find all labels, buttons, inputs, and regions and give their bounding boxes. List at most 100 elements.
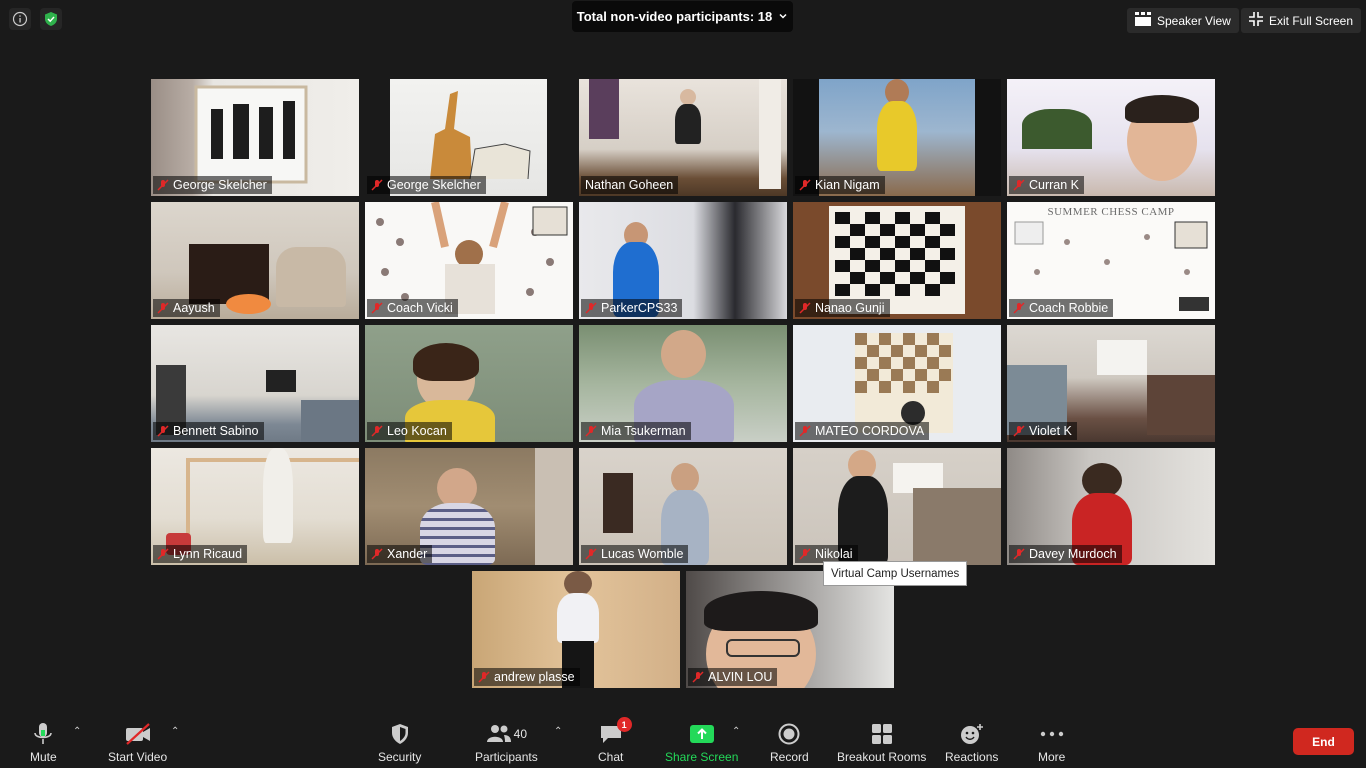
muted-mic-icon bbox=[1013, 548, 1025, 560]
reactions-label: Reactions bbox=[945, 750, 999, 764]
video-tile[interactable]: Xander bbox=[365, 448, 573, 565]
participants-count: 40 bbox=[513, 727, 528, 741]
participant-name-label: Lucas Womble bbox=[581, 545, 689, 563]
video-tile[interactable]: Nikolai bbox=[793, 448, 1001, 565]
muted-mic-icon bbox=[1013, 425, 1025, 437]
participant-name: Lucas Womble bbox=[601, 547, 684, 561]
participant-name: Xander bbox=[387, 547, 428, 561]
video-tile[interactable]: Kian Nigam bbox=[793, 79, 1001, 196]
video-tile[interactable]: Leo Kocan bbox=[365, 325, 573, 442]
video-tile[interactable]: Violet K bbox=[1007, 325, 1215, 442]
video-tile[interactable]: Lynn Ricaud bbox=[151, 448, 359, 565]
audio-options-caret[interactable]: ⌃ bbox=[73, 726, 81, 737]
muted-mic-icon bbox=[585, 425, 597, 437]
participant-name: Mia Tsukerman bbox=[601, 424, 686, 438]
participant-name: andrew plasse bbox=[494, 670, 575, 684]
video-tile[interactable]: Lucas Womble bbox=[579, 448, 787, 565]
video-tile[interactable]: George Skelcher bbox=[151, 79, 359, 196]
breakout-rooms-button[interactable]: Breakout Rooms bbox=[837, 722, 926, 764]
video-tile[interactable]: andrew plasse bbox=[472, 571, 680, 688]
reactions-button[interactable]: Reactions bbox=[945, 722, 998, 764]
participant-name: ALVIN LOU bbox=[708, 670, 773, 684]
participant-name-label: Nathan Goheen bbox=[581, 176, 679, 194]
participant-name-label: andrew plasse bbox=[474, 668, 580, 686]
start-video-button[interactable]: Start Video bbox=[108, 722, 167, 764]
record-button[interactable]: Record bbox=[770, 722, 809, 764]
participant-name-label: Lynn Ricaud bbox=[153, 545, 248, 563]
participant-name-label: Nanao Gunji bbox=[795, 299, 890, 317]
share-screen-button[interactable]: Share Screen bbox=[665, 722, 738, 764]
participant-name-label: Coach Vicki bbox=[367, 299, 458, 317]
exit-full-screen-icon bbox=[1249, 12, 1263, 29]
muted-mic-icon bbox=[1013, 302, 1025, 314]
more-label: More bbox=[1038, 750, 1066, 764]
breakout-rooms-label: Breakout Rooms bbox=[837, 750, 927, 764]
participants-label: Participants bbox=[475, 750, 538, 764]
speaker-view-label: Speaker View bbox=[1157, 13, 1231, 28]
video-tile-active-speaker[interactable]: Nathan Goheen bbox=[579, 79, 787, 196]
chat-button[interactable]: 1 Chat bbox=[598, 717, 632, 764]
participant-name-label: Curran K bbox=[1009, 176, 1085, 194]
video-tile[interactable]: Davey Murdoch bbox=[1007, 448, 1215, 565]
non-video-participants-label: Total non-video participants: 18 bbox=[576, 9, 773, 24]
security-button[interactable]: Security bbox=[378, 722, 421, 764]
video-tile[interactable]: SUMMER CHESS CAMP Coach Robbie bbox=[1007, 202, 1215, 319]
tooltip: Virtual Camp Usernames bbox=[823, 561, 968, 586]
chevron-down-icon bbox=[778, 9, 788, 24]
more-button[interactable]: More bbox=[1038, 722, 1065, 764]
more-dots-icon bbox=[1040, 722, 1064, 746]
muted-mic-icon bbox=[157, 548, 169, 560]
video-options-caret[interactable]: ⌃ bbox=[171, 726, 179, 737]
participant-name-label: ALVIN LOU bbox=[688, 668, 778, 686]
share-screen-label: Share Screen bbox=[665, 750, 739, 764]
muted-mic-icon bbox=[478, 671, 490, 683]
chat-unread-badge: 1 bbox=[616, 717, 632, 732]
record-icon bbox=[778, 722, 800, 746]
participant-name: Coach Vicki bbox=[387, 301, 453, 315]
participant-name: George Skelcher bbox=[387, 178, 481, 192]
video-tile[interactable]: ALVIN LOU bbox=[686, 571, 894, 688]
speaker-view-button[interactable]: Speaker View bbox=[1127, 8, 1239, 33]
info-icon[interactable] bbox=[9, 8, 31, 30]
exit-full-screen-label: Exit Full Screen bbox=[1269, 13, 1354, 28]
participant-name-label: Violet K bbox=[1009, 422, 1077, 440]
meeting-toolbar: Mute ⌃ Start Video ⌃ Security 40 Partici… bbox=[0, 708, 1366, 768]
video-tile[interactable]: Bennett Sabino bbox=[151, 325, 359, 442]
speaker-view-icon bbox=[1135, 12, 1151, 29]
participants-button[interactable]: 40 Participants bbox=[475, 722, 538, 764]
muted-mic-icon bbox=[371, 302, 383, 314]
participant-name-label: ParkerCPS33 bbox=[581, 299, 683, 317]
video-tile[interactable]: Mia Tsukerman bbox=[579, 325, 787, 442]
participant-name: Violet K bbox=[1029, 424, 1072, 438]
video-tile[interactable]: Coach Vicki bbox=[365, 202, 573, 319]
participant-name: Bennett Sabino bbox=[173, 424, 259, 438]
non-video-participants-dropdown[interactable]: Total non-video participants: 18 bbox=[572, 1, 793, 32]
chat-bubble-icon: 1 bbox=[599, 717, 632, 746]
encryption-shield-icon[interactable] bbox=[40, 8, 62, 30]
participant-name: Aayush bbox=[173, 301, 215, 315]
muted-mic-icon bbox=[799, 302, 811, 314]
participant-name-label: Kian Nigam bbox=[795, 176, 885, 194]
share-options-caret[interactable]: ⌃ bbox=[732, 726, 740, 737]
muted-mic-icon bbox=[799, 179, 811, 191]
video-tile[interactable]: Aayush bbox=[151, 202, 359, 319]
participant-name-label: Bennett Sabino bbox=[153, 422, 264, 440]
end-meeting-button[interactable]: End bbox=[1293, 728, 1354, 755]
video-tile[interactable]: George Skelcher bbox=[365, 79, 573, 196]
video-tile[interactable]: ParkerCPS33 bbox=[579, 202, 787, 319]
participant-name-label: Davey Murdoch bbox=[1009, 545, 1122, 563]
video-tile[interactable]: Curran K bbox=[1007, 79, 1215, 196]
exit-full-screen-button[interactable]: Exit Full Screen bbox=[1241, 8, 1362, 33]
video-tile[interactable]: MATEO CORDOVA bbox=[793, 325, 1001, 442]
muted-mic-icon bbox=[157, 179, 169, 191]
participant-name: Nathan Goheen bbox=[585, 178, 674, 192]
microphone-icon bbox=[32, 722, 54, 746]
mute-button[interactable]: Mute bbox=[30, 722, 57, 764]
video-tile[interactable]: Nanao Gunji bbox=[793, 202, 1001, 319]
muted-mic-icon bbox=[585, 302, 597, 314]
participant-name-label: Mia Tsukerman bbox=[581, 422, 691, 440]
participant-name: Davey Murdoch bbox=[1029, 547, 1117, 561]
participants-options-caret[interactable]: ⌃ bbox=[554, 726, 562, 737]
muted-mic-icon bbox=[799, 548, 811, 560]
muted-mic-icon bbox=[371, 548, 383, 560]
